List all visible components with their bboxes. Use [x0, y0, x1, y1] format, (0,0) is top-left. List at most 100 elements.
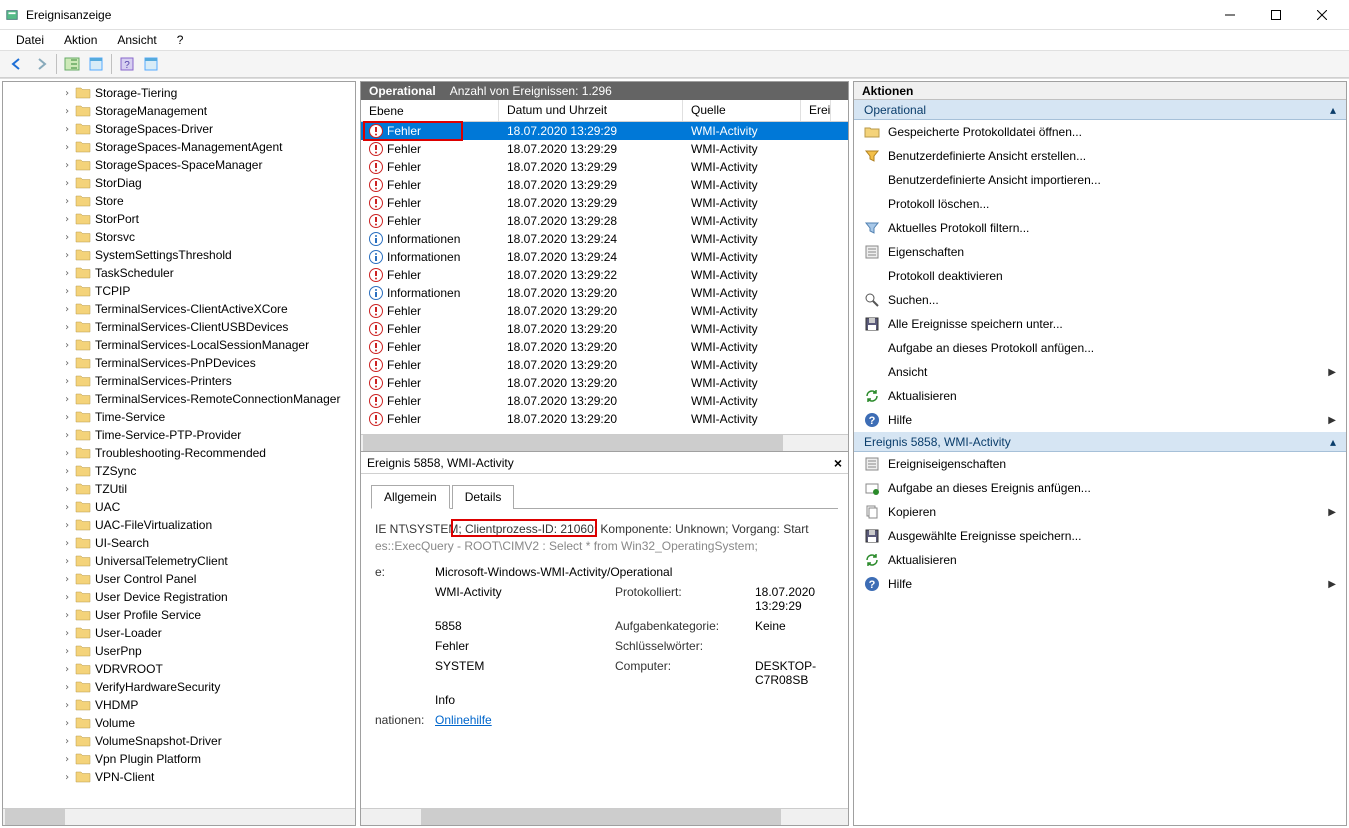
- tree-item[interactable]: ›User Profile Service: [3, 606, 355, 624]
- expander-icon[interactable]: ›: [59, 394, 75, 405]
- expander-icon[interactable]: ›: [59, 772, 75, 783]
- table-horizontal-scrollbar[interactable]: [361, 434, 848, 451]
- expander-icon[interactable]: ›: [59, 88, 75, 99]
- tree-item[interactable]: ›Troubleshooting-Recommended: [3, 444, 355, 462]
- action-item[interactable]: Aktualisieren: [854, 548, 1346, 572]
- table-row[interactable]: Fehler18.07.2020 13:29:28WMI-Activity: [361, 212, 848, 230]
- expander-icon[interactable]: ›: [59, 754, 75, 765]
- table-row[interactable]: Fehler18.07.2020 13:29:29WMI-Activity: [361, 194, 848, 212]
- expander-icon[interactable]: ›: [59, 430, 75, 441]
- tree-item[interactable]: ›TZUtil: [3, 480, 355, 498]
- online-help-link[interactable]: Onlinehilfe: [435, 713, 492, 727]
- toolbar-properties-icon[interactable]: [85, 53, 107, 75]
- tree-item[interactable]: ›Time-Service-PTP-Provider: [3, 426, 355, 444]
- expander-icon[interactable]: ›: [59, 574, 75, 585]
- tree-item[interactable]: ›TerminalServices-Printers: [3, 372, 355, 390]
- tree-item[interactable]: ›VerifyHardwareSecurity: [3, 678, 355, 696]
- toolbar-help-icon[interactable]: ?: [116, 53, 138, 75]
- expander-icon[interactable]: ›: [59, 682, 75, 693]
- tab-general[interactable]: Allgemein: [371, 485, 450, 509]
- expander-icon[interactable]: ›: [59, 646, 75, 657]
- tree-item[interactable]: ›TerminalServices-RemoteConnectionManage…: [3, 390, 355, 408]
- table-row[interactable]: Informationen18.07.2020 13:29:20WMI-Acti…: [361, 284, 848, 302]
- minimize-button[interactable]: [1207, 0, 1253, 30]
- table-row[interactable]: Fehler18.07.2020 13:29:22WMI-Activity: [361, 266, 848, 284]
- expander-icon[interactable]: ›: [59, 538, 75, 549]
- expander-icon[interactable]: ›: [59, 232, 75, 243]
- expander-icon[interactable]: ›: [59, 610, 75, 621]
- action-item[interactable]: Benutzerdefinierte Ansicht importieren..…: [854, 168, 1346, 192]
- tree-item[interactable]: ›Store: [3, 192, 355, 210]
- tree-item[interactable]: ›Vpn Plugin Platform: [3, 750, 355, 768]
- expander-icon[interactable]: ›: [59, 484, 75, 495]
- tree-item[interactable]: ›StorageSpaces-Driver: [3, 120, 355, 138]
- action-item[interactable]: Aktualisieren: [854, 384, 1346, 408]
- tree-item[interactable]: ›TCPIP: [3, 282, 355, 300]
- table-row[interactable]: Fehler18.07.2020 13:29:20WMI-Activity: [361, 392, 848, 410]
- expander-icon[interactable]: ›: [59, 358, 75, 369]
- action-item[interactable]: Ereigniseigenschaften: [854, 452, 1346, 476]
- menu-view[interactable]: Ansicht: [109, 31, 164, 49]
- expander-icon[interactable]: ›: [59, 556, 75, 567]
- tree-item[interactable]: ›StorPort: [3, 210, 355, 228]
- expander-icon[interactable]: ›: [59, 700, 75, 711]
- menu-help[interactable]: ?: [169, 31, 192, 49]
- actions-section-event[interactable]: Ereignis 5858, WMI-Activity ▴: [854, 432, 1346, 452]
- tree-item[interactable]: ›VPN-Client: [3, 768, 355, 786]
- tree-item[interactable]: ›Storsvc: [3, 228, 355, 246]
- col-eventid[interactable]: Erei: [801, 100, 831, 121]
- table-row[interactable]: Fehler18.07.2020 13:29:29WMI-Activity: [361, 176, 848, 194]
- action-item[interactable]: Aufgabe an dieses Ereignis anfügen...: [854, 476, 1346, 500]
- tree-item[interactable]: ›UAC: [3, 498, 355, 516]
- expander-icon[interactable]: ›: [59, 214, 75, 225]
- tree-item[interactable]: ›TerminalServices-ClientActiveXCore: [3, 300, 355, 318]
- tree-item[interactable]: ›Storage-Tiering: [3, 84, 355, 102]
- action-item[interactable]: Protokoll deaktivieren: [854, 264, 1346, 288]
- action-item[interactable]: Kopieren▶: [854, 500, 1346, 524]
- expander-icon[interactable]: ›: [59, 466, 75, 477]
- expander-icon[interactable]: ›: [59, 286, 75, 297]
- table-body[interactable]: Fehler18.07.2020 13:29:29WMI-ActivityFeh…: [361, 122, 848, 434]
- expander-icon[interactable]: ›: [59, 592, 75, 603]
- expander-icon[interactable]: ›: [59, 664, 75, 675]
- expander-icon[interactable]: ›: [59, 124, 75, 135]
- table-row[interactable]: Informationen18.07.2020 13:29:24WMI-Acti…: [361, 248, 848, 266]
- action-item[interactable]: Ausgewählte Ereignisse speichern...: [854, 524, 1346, 548]
- table-row[interactable]: Fehler18.07.2020 13:29:29WMI-Activity: [361, 158, 848, 176]
- expander-icon[interactable]: ›: [59, 250, 75, 261]
- tree-item[interactable]: ›VDRVROOT: [3, 660, 355, 678]
- tree-item[interactable]: ›User-Loader: [3, 624, 355, 642]
- action-item[interactable]: Eigenschaften: [854, 240, 1346, 264]
- tree-item[interactable]: ›UI-Search: [3, 534, 355, 552]
- menu-file[interactable]: Datei: [8, 31, 52, 49]
- tree-item[interactable]: ›User Control Panel: [3, 570, 355, 588]
- expander-icon[interactable]: ›: [59, 268, 75, 279]
- action-item[interactable]: Gespeicherte Protokolldatei öffnen...: [854, 120, 1346, 144]
- expander-icon[interactable]: ›: [59, 448, 75, 459]
- detail-horizontal-scrollbar[interactable]: [361, 808, 848, 825]
- close-button[interactable]: [1299, 0, 1345, 30]
- col-source[interactable]: Quelle: [683, 100, 801, 121]
- tree-item[interactable]: ›UniversalTelemetryClient: [3, 552, 355, 570]
- expander-icon[interactable]: ›: [59, 736, 75, 747]
- table-row[interactable]: Fehler18.07.2020 13:29:20WMI-Activity: [361, 302, 848, 320]
- table-row[interactable]: Informationen18.07.2020 13:29:24WMI-Acti…: [361, 230, 848, 248]
- tree-item[interactable]: ›StorageSpaces-ManagementAgent: [3, 138, 355, 156]
- forward-button[interactable]: [30, 53, 52, 75]
- table-row[interactable]: Fehler18.07.2020 13:29:29WMI-Activity: [361, 140, 848, 158]
- expander-icon[interactable]: ›: [59, 322, 75, 333]
- expander-icon[interactable]: ›: [59, 178, 75, 189]
- tree-horizontal-scrollbar[interactable]: [3, 808, 355, 825]
- expander-icon[interactable]: ›: [59, 412, 75, 423]
- expander-icon[interactable]: ›: [59, 502, 75, 513]
- action-item[interactable]: Benutzerdefinierte Ansicht erstellen...: [854, 144, 1346, 168]
- tree-item[interactable]: ›TZSync: [3, 462, 355, 480]
- action-item[interactable]: ?Hilfe▶: [854, 408, 1346, 432]
- tree-item[interactable]: ›StorageSpaces-SpaceManager: [3, 156, 355, 174]
- tree-item[interactable]: ›User Device Registration: [3, 588, 355, 606]
- tree-item[interactable]: ›StorDiag: [3, 174, 355, 192]
- expander-icon[interactable]: ›: [59, 196, 75, 207]
- table-row[interactable]: Fehler18.07.2020 13:29:20WMI-Activity: [361, 410, 848, 428]
- tree-item[interactable]: ›VHDMP: [3, 696, 355, 714]
- table-row[interactable]: Fehler18.07.2020 13:29:20WMI-Activity: [361, 374, 848, 392]
